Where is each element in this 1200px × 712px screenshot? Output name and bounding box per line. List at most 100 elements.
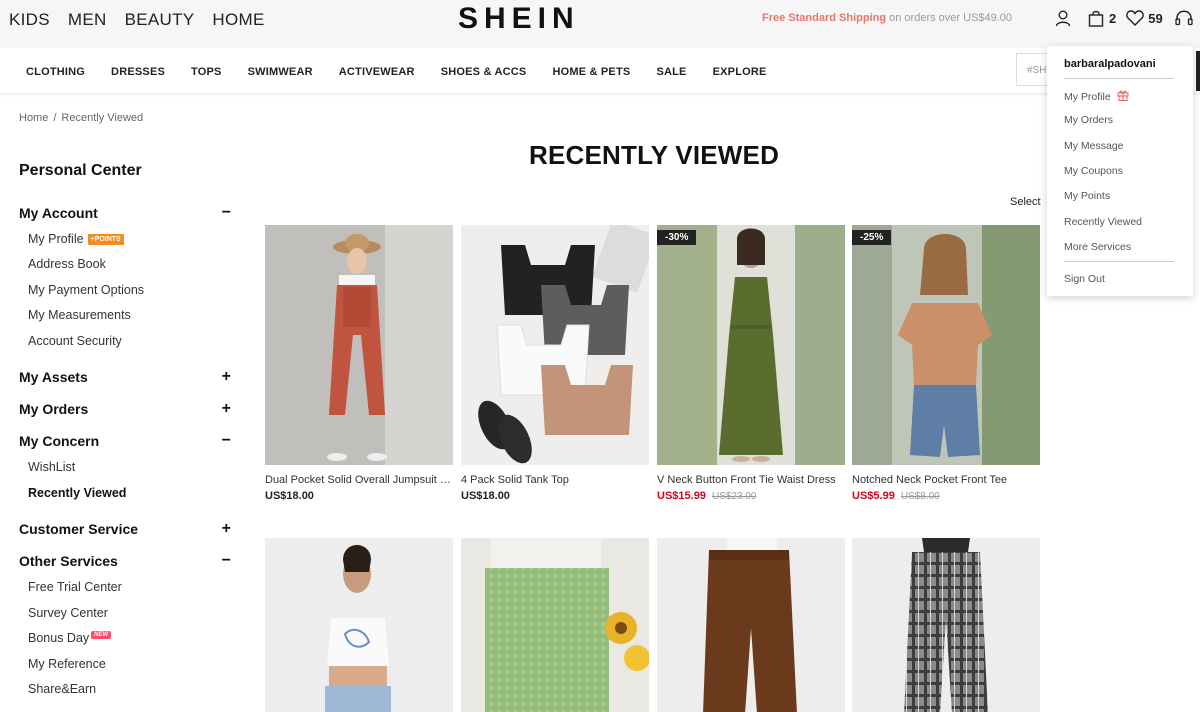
product-card[interactable] [461,538,649,712]
nav-tops[interactable]: TOPS [191,66,222,78]
sidebar-item-survey[interactable]: Survey Center [28,606,108,620]
sidebar-item-wishlist[interactable]: WishList [28,460,75,474]
product-card[interactable] [265,538,453,712]
product-price: US$5.99 US$8.00 [852,490,1040,502]
collapse-icon[interactable]: − [222,552,231,570]
search-button-edge[interactable] [1196,51,1200,91]
category-men-link[interactable]: MEN [68,10,107,30]
shein-logo[interactable]: SHEIN [458,2,580,36]
breadcrumb-home[interactable]: Home [19,112,48,124]
gift-icon [1117,89,1129,104]
collapse-icon[interactable]: − [222,432,231,450]
bag-icon[interactable] [1087,8,1105,28]
product-name[interactable]: V Neck Button Front Tie Waist Dress [657,474,845,486]
product-card[interactable]: 4 Pack Solid Tank Top US$18.00 [461,225,649,502]
category-kids-link[interactable]: KIDS [9,10,50,30]
product-price: US$15.99 US$23.00 [657,490,845,502]
heart-icon[interactable] [1126,8,1145,28]
sign-out-button[interactable]: Sign Out [1064,273,1105,285]
search-input[interactable]: #SH [1016,53,1050,86]
product-image[interactable] [852,538,1040,712]
points-badge: +POINTS [87,234,124,245]
category-links: KIDS MEN BEAUTY HOME [9,10,265,30]
product-image[interactable]: -25% [852,225,1040,465]
sidebar-item-measurements[interactable]: My Measurements [28,308,131,322]
nav-explore[interactable]: EXPLORE [713,66,767,78]
sidebar-item-recently-viewed[interactable]: Recently Viewed [28,486,126,500]
shipping-promo[interactable]: Free Standard Shipping on orders over US… [762,12,1012,24]
product-card[interactable] [852,538,1040,712]
sidebar-item-my-reference[interactable]: My Reference [28,657,106,671]
nav-clothing[interactable]: CLOTHING [26,66,85,78]
promo-text: on orders over US$49.00 [886,12,1013,24]
sidebar-item-bonus-day[interactable]: Bonus Day NEW [28,631,112,645]
section-my-assets[interactable]: My Assets + [19,368,231,386]
product-card[interactable]: Dual Pocket Solid Overall Jumpsuit Witho… [265,225,453,502]
original-price: US$23.00 [711,491,757,502]
sidebar-item-label: Bonus Day [28,631,90,645]
section-customer-service[interactable]: Customer Service + [19,520,231,538]
dropdown-more-services[interactable]: More Services [1064,241,1131,253]
sidebar-item-payment-options[interactable]: My Payment Options [28,283,144,297]
section-label: My Account [19,205,98,221]
nav-items: CLOTHING DRESSES TOPS SWIMWEAR ACTIVEWEA… [26,66,793,78]
sidebar-item-free-trial[interactable]: Free Trial Center [28,580,122,594]
dropdown-my-orders[interactable]: My Orders [1064,114,1113,126]
breadcrumb-separator: / [53,112,57,124]
dropdown-my-points[interactable]: My Points [1064,190,1110,202]
section-my-orders[interactable]: My Orders + [19,400,231,418]
page-title: RECENTLY VIEWED [529,140,780,170]
product-image[interactable] [461,538,649,712]
nav-home-pets[interactable]: HOME & PETS [552,66,630,78]
nav-dresses[interactable]: DRESSES [111,66,165,78]
username: barbaralpadovani [1064,58,1156,70]
top-icons: 2 59 [1054,8,1193,28]
select-button[interactable]: Select [1010,196,1041,208]
product-image[interactable] [461,225,649,465]
dropdown-my-profile[interactable]: My Profile [1064,89,1129,104]
discount-badge: -25% [852,230,892,245]
nav-bar: CLOTHING DRESSES TOPS SWIMWEAR ACTIVEWEA… [0,48,1200,94]
wishlist-count: 59 [1148,10,1163,26]
nav-sale[interactable]: SALE [656,66,686,78]
sidebar-title: Personal Center [19,162,142,179]
nav-shoes-accs[interactable]: SHOES & ACCS [441,66,527,78]
section-label: Customer Service [19,521,139,537]
product-name[interactable]: Dual Pocket Solid Overall Jumpsuit Witho… [265,474,453,486]
headset-icon[interactable] [1175,8,1193,28]
product-card[interactable]: -25% Notched Neck Pocket Front Tee US$5.… [852,225,1040,502]
original-price: US$8.00 [900,491,940,502]
category-home-link[interactable]: HOME [212,10,264,30]
product-image[interactable] [265,225,453,465]
nav-activewear[interactable]: ACTIVEWEAR [339,66,415,78]
expand-icon[interactable]: + [222,520,231,538]
collapse-icon[interactable]: − [222,204,231,222]
product-image[interactable] [265,538,453,712]
dropdown-item-label: My Profile [1064,91,1111,103]
product-card[interactable] [657,538,845,712]
nav-swimwear[interactable]: SWIMWEAR [248,66,313,78]
section-other-services[interactable]: Other Services − [19,552,231,570]
divider [1064,78,1174,79]
dropdown-my-message[interactable]: My Message [1064,140,1124,152]
dropdown-my-coupons[interactable]: My Coupons [1064,165,1123,177]
product-card[interactable]: -30% V Neck Button Front Tie Waist Dress… [657,225,845,502]
sidebar-item-address-book[interactable]: Address Book [28,257,106,271]
product-image[interactable]: -30% [657,225,845,465]
section-label: My Concern [19,433,100,449]
expand-icon[interactable]: + [222,368,231,386]
section-my-account[interactable]: My Account − [19,204,231,222]
product-name[interactable]: 4 Pack Solid Tank Top [461,474,649,486]
expand-icon[interactable]: + [222,400,231,418]
product-name[interactable]: Notched Neck Pocket Front Tee [852,474,1040,486]
sidebar-item-share-earn[interactable]: Share&Earn [28,682,96,696]
product-image[interactable] [657,538,845,712]
new-badge: NEW [91,631,112,639]
dropdown-recently-viewed[interactable]: Recently Viewed [1064,216,1142,228]
section-my-concern[interactable]: My Concern − [19,432,231,450]
category-beauty-link[interactable]: BEAUTY [125,10,195,30]
sidebar-item-my-profile[interactable]: My Profile +POINTS [28,232,124,246]
promo-highlight: Free Standard Shipping [762,12,887,24]
sidebar-item-account-security[interactable]: Account Security [28,334,122,348]
user-icon[interactable] [1054,8,1072,28]
